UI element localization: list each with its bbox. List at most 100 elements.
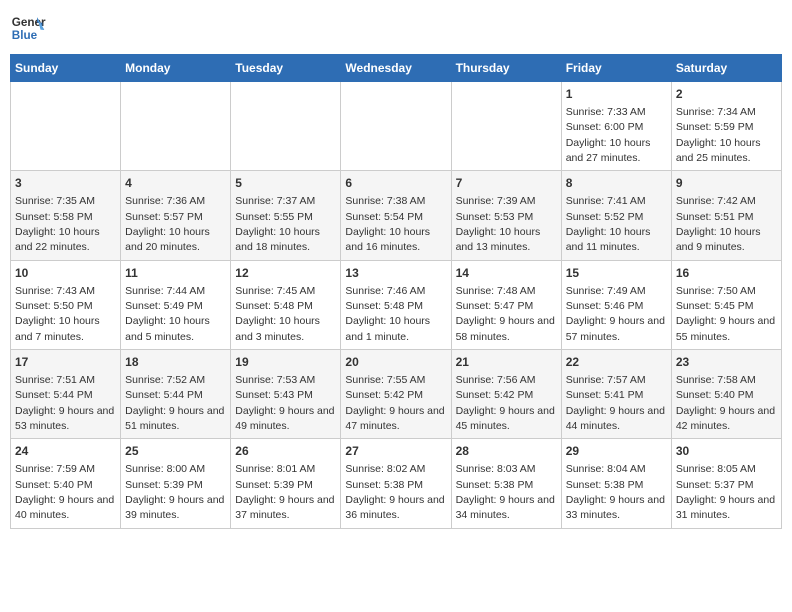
day-number: 11 xyxy=(125,265,226,282)
calendar-cell: 29 Sunrise: 8:04 AMSunset: 5:38 PMDayligh… xyxy=(561,439,671,528)
calendar-cell xyxy=(341,82,451,171)
col-header-saturday: Saturday xyxy=(671,55,781,82)
day-number: 1 xyxy=(566,86,667,103)
day-info: Sunrise: 7:46 AMSunset: 5:48 PMDaylight:… xyxy=(345,285,430,343)
calendar-cell: 24Sunrise: 7:59 AMSunset: 5:40 PMDayligh… xyxy=(11,439,121,528)
day-info: Sunrise: 7:36 AMSunset: 5:57 PMDaylight:… xyxy=(125,195,210,253)
day-number: 9 xyxy=(676,175,777,192)
day-number: 19 xyxy=(235,354,336,371)
calendar-cell: 8 Sunrise: 7:41 AMSunset: 5:52 PMDaylight… xyxy=(561,171,671,260)
day-info: Sunrise: 8:02 AMSunset: 5:38 PMDaylight:… xyxy=(345,463,444,521)
day-number: 30 xyxy=(676,443,777,460)
day-info: Sunrise: 7:56 AMSunset: 5:42 PMDaylight:… xyxy=(456,374,555,432)
calendar-cell: 1Sunrise: 7:33 AMSunset: 6:00 PMDaylight… xyxy=(561,82,671,171)
day-number: 12 xyxy=(235,265,336,282)
calendar-cell: 11 Sunrise: 7:44 AMSunset: 5:49 PMDayligh… xyxy=(121,260,231,349)
logo-icon: General Blue xyxy=(10,10,46,46)
day-info: Sunrise: 7:43 AMSunset: 5:50 PMDaylight:… xyxy=(15,285,100,343)
day-number: 24 xyxy=(15,443,116,460)
calendar-cell: 4Sunrise: 7:36 AMSunset: 5:57 PMDaylight… xyxy=(121,171,231,260)
day-info: Sunrise: 7:39 AMSunset: 5:53 PMDaylight:… xyxy=(456,195,541,253)
day-number: 14 xyxy=(456,265,557,282)
day-info: Sunrise: 7:45 AMSunset: 5:48 PMDaylight:… xyxy=(235,285,320,343)
day-number: 25 xyxy=(125,443,226,460)
calendar-cell: 5 Sunrise: 7:37 AMSunset: 5:55 PMDaylight… xyxy=(231,171,341,260)
day-number: 28 xyxy=(456,443,557,460)
day-number: 8 xyxy=(566,175,667,192)
calendar-cell: 9 Sunrise: 7:42 AMSunset: 5:51 PMDaylight… xyxy=(671,171,781,260)
day-info: Sunrise: 7:44 AMSunset: 5:49 PMDaylight:… xyxy=(125,285,210,343)
svg-text:Blue: Blue xyxy=(12,29,38,42)
calendar-cell: 20 Sunrise: 7:55 AMSunset: 5:42 PMDayligh… xyxy=(341,350,451,439)
day-info: Sunrise: 7:37 AMSunset: 5:55 PMDaylight:… xyxy=(235,195,320,253)
day-info: Sunrise: 8:00 AMSunset: 5:39 PMDaylight:… xyxy=(125,463,224,521)
calendar-cell: 23 Sunrise: 7:58 AMSunset: 5:40 PMDayligh… xyxy=(671,350,781,439)
day-number: 21 xyxy=(456,354,557,371)
col-header-monday: Monday xyxy=(121,55,231,82)
day-number: 5 xyxy=(235,175,336,192)
calendar-cell: 15 Sunrise: 7:49 AMSunset: 5:46 PMDayligh… xyxy=(561,260,671,349)
calendar-cell xyxy=(231,82,341,171)
col-header-wednesday: Wednesday xyxy=(341,55,451,82)
calendar-week-row: 1Sunrise: 7:33 AMSunset: 6:00 PMDaylight… xyxy=(11,82,782,171)
calendar-cell: 16 Sunrise: 7:50 AMSunset: 5:45 PMDayligh… xyxy=(671,260,781,349)
day-info: Sunrise: 7:51 AMSunset: 5:44 PMDaylight:… xyxy=(15,374,114,432)
day-number: 17 xyxy=(15,354,116,371)
calendar-week-row: 3 Sunrise: 7:35 AMSunset: 5:58 PMDaylight… xyxy=(11,171,782,260)
calendar-cell: 3 Sunrise: 7:35 AMSunset: 5:58 PMDaylight… xyxy=(11,171,121,260)
calendar-cell: 27 Sunrise: 8:02 AMSunset: 5:38 PMDayligh… xyxy=(341,439,451,528)
day-info: Sunrise: 7:34 AMSunset: 5:59 PMDaylight:… xyxy=(676,106,761,164)
day-number: 18 xyxy=(125,354,226,371)
calendar-cell: 6Sunrise: 7:38 AMSunset: 5:54 PMDaylight… xyxy=(341,171,451,260)
day-info: Sunrise: 8:03 AMSunset: 5:38 PMDaylight:… xyxy=(456,463,555,521)
day-info: Sunrise: 7:38 AMSunset: 5:54 PMDaylight:… xyxy=(345,195,430,253)
day-info: Sunrise: 8:04 AMSunset: 5:38 PMDaylight:… xyxy=(566,463,665,521)
day-info: Sunrise: 7:57 AMSunset: 5:41 PMDaylight:… xyxy=(566,374,665,432)
day-number: 27 xyxy=(345,443,446,460)
calendar-cell xyxy=(11,82,121,171)
day-info: Sunrise: 7:42 AMSunset: 5:51 PMDaylight:… xyxy=(676,195,761,253)
calendar-cell: 17 Sunrise: 7:51 AMSunset: 5:44 PMDayligh… xyxy=(11,350,121,439)
calendar-cell: 10 Sunrise: 7:43 AMSunset: 5:50 PMDayligh… xyxy=(11,260,121,349)
day-number: 22 xyxy=(566,354,667,371)
logo: General Blue xyxy=(10,10,46,46)
calendar-cell: 12 Sunrise: 7:45 AMSunset: 5:48 PMDayligh… xyxy=(231,260,341,349)
calendar-table: SundayMondayTuesdayWednesdayThursdayFrid… xyxy=(10,54,782,529)
calendar-cell: 22 Sunrise: 7:57 AMSunset: 5:41 PMDayligh… xyxy=(561,350,671,439)
day-number: 15 xyxy=(566,265,667,282)
calendar-cell: 14Sunrise: 7:48 AMSunset: 5:47 PMDayligh… xyxy=(451,260,561,349)
calendar-cell: 30Sunrise: 8:05 AMSunset: 5:37 PMDayligh… xyxy=(671,439,781,528)
day-number: 20 xyxy=(345,354,446,371)
calendar-cell: 2Sunrise: 7:34 AMSunset: 5:59 PMDaylight… xyxy=(671,82,781,171)
calendar-cell: 28 Sunrise: 8:03 AMSunset: 5:38 PMDayligh… xyxy=(451,439,561,528)
day-info: Sunrise: 7:49 AMSunset: 5:46 PMDaylight:… xyxy=(566,285,665,343)
calendar-cell: 18 Sunrise: 7:52 AMSunset: 5:44 PMDayligh… xyxy=(121,350,231,439)
calendar-cell: 21 Sunrise: 7:56 AMSunset: 5:42 PMDayligh… xyxy=(451,350,561,439)
col-header-tuesday: Tuesday xyxy=(231,55,341,82)
day-info: Sunrise: 8:01 AMSunset: 5:39 PMDaylight:… xyxy=(235,463,334,521)
calendar-week-row: 17 Sunrise: 7:51 AMSunset: 5:44 PMDayligh… xyxy=(11,350,782,439)
day-number: 16 xyxy=(676,265,777,282)
day-info: Sunrise: 7:55 AMSunset: 5:42 PMDaylight:… xyxy=(345,374,444,432)
calendar-cell: 7 Sunrise: 7:39 AMSunset: 5:53 PMDaylight… xyxy=(451,171,561,260)
day-info: Sunrise: 7:35 AMSunset: 5:58 PMDaylight:… xyxy=(15,195,100,253)
col-header-thursday: Thursday xyxy=(451,55,561,82)
day-number: 3 xyxy=(15,175,116,192)
day-info: Sunrise: 7:41 AMSunset: 5:52 PMDaylight:… xyxy=(566,195,651,253)
col-header-friday: Friday xyxy=(561,55,671,82)
day-number: 23 xyxy=(676,354,777,371)
day-info: Sunrise: 7:50 AMSunset: 5:45 PMDaylight:… xyxy=(676,285,775,343)
calendar-cell: 26Sunrise: 8:01 AMSunset: 5:39 PMDayligh… xyxy=(231,439,341,528)
calendar-cell xyxy=(121,82,231,171)
day-info: Sunrise: 7:52 AMSunset: 5:44 PMDaylight:… xyxy=(125,374,224,432)
calendar-cell xyxy=(451,82,561,171)
day-number: 7 xyxy=(456,175,557,192)
day-info: Sunrise: 7:53 AMSunset: 5:43 PMDaylight:… xyxy=(235,374,334,432)
calendar-cell: 13Sunrise: 7:46 AMSunset: 5:48 PMDayligh… xyxy=(341,260,451,349)
day-number: 29 xyxy=(566,443,667,460)
calendar-cell: 19 Sunrise: 7:53 AMSunset: 5:43 PMDayligh… xyxy=(231,350,341,439)
day-number: 10 xyxy=(15,265,116,282)
day-info: Sunrise: 7:58 AMSunset: 5:40 PMDaylight:… xyxy=(676,374,775,432)
calendar-header-row: SundayMondayTuesdayWednesdayThursdayFrid… xyxy=(11,55,782,82)
col-header-sunday: Sunday xyxy=(11,55,121,82)
